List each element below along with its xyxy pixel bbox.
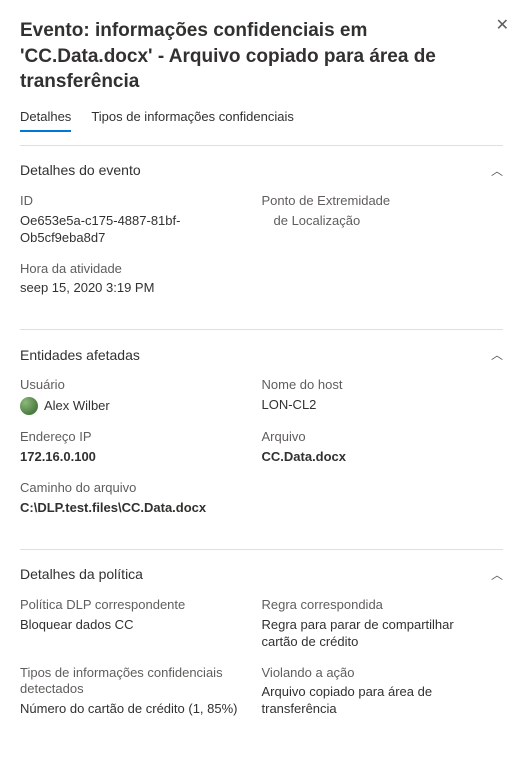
field-path-value: C:\DLP.test.files\CC.Data.docx: [20, 500, 493, 517]
close-icon: ✕: [496, 17, 509, 34]
tab-details[interactable]: Detalhes: [20, 109, 71, 132]
divider: [20, 145, 503, 146]
field-violating-action: Violando a ação Arquivo copiado para áre…: [262, 665, 504, 719]
section-policy-details: Detalhes da política ︿ Política DLP corr…: [20, 566, 503, 732]
panel-header: Evento: informações confidenciais em 'CC…: [20, 18, 503, 95]
avatar: [20, 397, 38, 415]
field-types-value: Número do cartão de crédito (1, 85%): [20, 701, 252, 718]
section-event-details-title: Detalhes do evento: [20, 162, 141, 178]
field-rule-value: Regra para parar de compartilhar cartão …: [262, 617, 494, 651]
field-user: Usuário Alex Wilber: [20, 377, 262, 415]
field-file-value: CC.Data.docx: [262, 449, 494, 466]
section-affected-header[interactable]: Entidades afetadas ︿: [20, 346, 503, 363]
field-id-label: ID: [20, 193, 252, 210]
tab-list: Detalhes Tipos de informações confidenci…: [20, 109, 503, 133]
section-policy-header[interactable]: Detalhes da política ︿: [20, 566, 503, 583]
field-location-label: de Localização: [274, 213, 494, 230]
field-path: Caminho do arquivo C:\DLP.test.files\CC.…: [20, 480, 503, 517]
field-action-value: Arquivo copiado para área de transferênc…: [262, 684, 494, 718]
field-time-label: Hora da atividade: [20, 261, 493, 278]
divider: [20, 329, 503, 330]
field-file: Arquivo CC.Data.docx: [262, 429, 504, 466]
tab-details-label: Detalhes: [20, 109, 71, 124]
section-event-details: Detalhes do evento ︿ ID Oe653e5a-c175-48…: [20, 162, 503, 311]
divider: [20, 549, 503, 550]
field-user-value: Alex Wilber: [44, 398, 110, 415]
field-ip-value: 172.16.0.100: [20, 449, 252, 466]
field-id-value: Oe653e5a-c175-4887-81bf-Ob5cf9eba8d7: [20, 213, 252, 247]
field-action-label: Violando a ação: [262, 665, 494, 682]
chevron-up-icon: ︿: [491, 346, 503, 363]
field-time-value: seep 15, 2020 3:19 PM: [20, 280, 493, 297]
section-affected-entities: Entidades afetadas ︿ Usuário Alex Wilber…: [20, 346, 503, 530]
field-types-label: Tipos de informações confidenciais detec…: [20, 665, 252, 699]
chevron-up-icon: ︿: [491, 566, 503, 583]
field-policy-label: Política DLP correspondente: [20, 597, 252, 614]
tab-sensitive-types-label: Tipos de informações confidenciais: [91, 109, 294, 124]
field-ip: Endereço IP 172.16.0.100: [20, 429, 262, 466]
field-types: Tipos de informações confidenciais detec…: [20, 665, 262, 719]
field-host-label: Nome do host: [262, 377, 494, 394]
field-path-label: Caminho do arquivo: [20, 480, 493, 497]
field-host: Nome do host LON-CL2: [262, 377, 504, 415]
field-policy: Política DLP correspondente Bloquear dad…: [20, 597, 262, 651]
field-endpoint: Ponto de Extremidade de Localização: [262, 193, 504, 247]
field-activity-time: Hora da atividade seep 15, 2020 3:19 PM: [20, 261, 503, 298]
field-id: ID Oe653e5a-c175-4887-81bf-Ob5cf9eba8d7: [20, 193, 262, 247]
field-rule: Regra correspondida Regra para parar de …: [262, 597, 504, 651]
chevron-up-icon: ︿: [491, 162, 503, 179]
field-host-value: LON-CL2: [262, 397, 494, 414]
field-rule-label: Regra correspondida: [262, 597, 494, 614]
section-affected-title: Entidades afetadas: [20, 347, 140, 363]
tab-sensitive-types[interactable]: Tipos de informações confidenciais: [91, 109, 294, 132]
field-endpoint-label: Ponto de Extremidade: [262, 193, 494, 210]
section-policy-title: Detalhes da política: [20, 566, 143, 582]
field-user-label: Usuário: [20, 377, 252, 394]
section-event-details-header[interactable]: Detalhes do evento ︿: [20, 162, 503, 179]
panel-title: Evento: informações confidenciais em 'CC…: [20, 18, 503, 95]
close-button[interactable]: ✕: [496, 18, 509, 34]
field-ip-label: Endereço IP: [20, 429, 252, 446]
field-policy-value: Bloquear dados CC: [20, 617, 252, 634]
field-file-label: Arquivo: [262, 429, 494, 446]
